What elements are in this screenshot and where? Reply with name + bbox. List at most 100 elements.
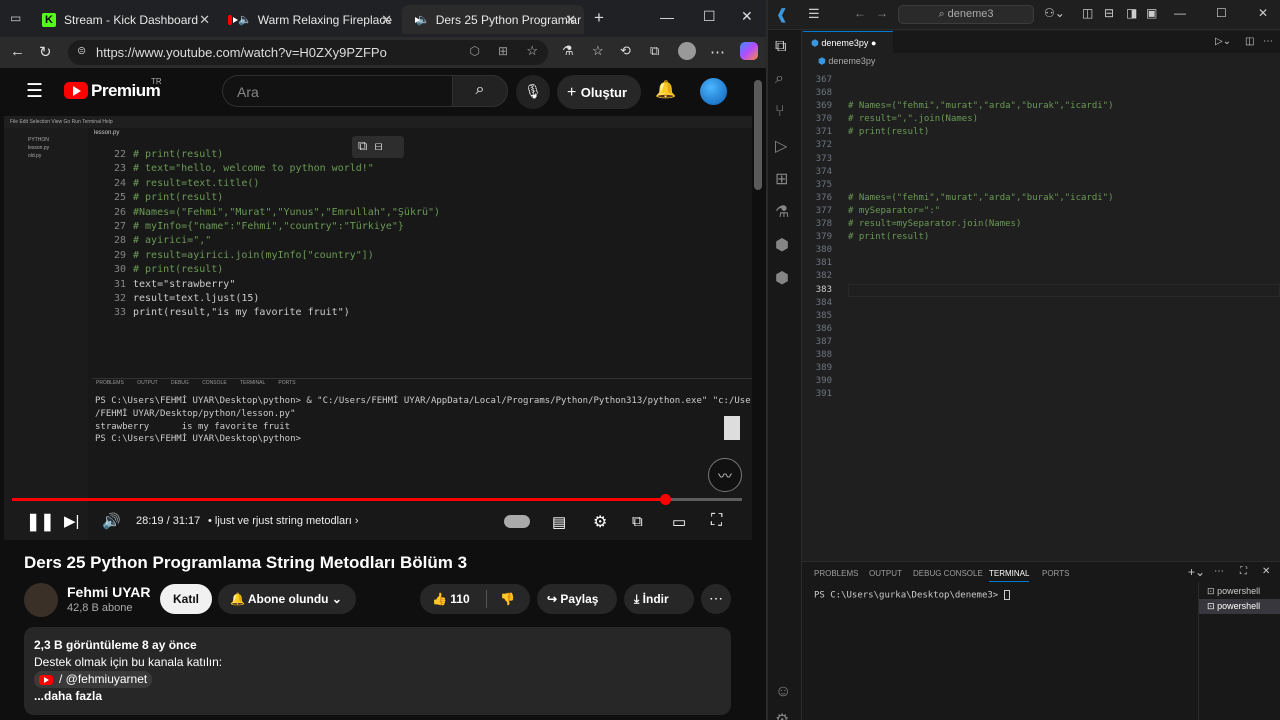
app-icon[interactable]: ⬡ xyxy=(470,44,480,58)
close-icon[interactable]: ✕ xyxy=(565,12,576,28)
settings-gear-icon[interactable]: ⚙ xyxy=(593,512,607,532)
python-icon[interactable]: ⬢ xyxy=(775,235,789,255)
autoplay-toggle[interactable] xyxy=(504,515,530,528)
settings-gear-icon[interactable]: ⚙ xyxy=(775,710,789,720)
notifications-bell-icon[interactable]: 🔔 xyxy=(655,80,676,100)
copilot-icon[interactable]: ⚇⌄ xyxy=(1044,6,1065,20)
tab-actions-icon[interactable]: ▭ xyxy=(10,11,21,25)
progress-bar[interactable] xyxy=(12,494,742,505)
split-editor-icon[interactable]: ◫ xyxy=(1245,36,1254,47)
close-icon[interactable]: ✕ xyxy=(381,12,392,28)
panel-tab-problems[interactable]: PROBLEMS xyxy=(814,569,858,578)
toggle-panel-icon[interactable]: ⊟ xyxy=(1104,6,1114,20)
tab-kick[interactable]: K Stream - Kick Dashboard ✕ xyxy=(34,5,218,34)
chapter-title[interactable]: • ljust ve rjust string metodları › xyxy=(208,515,359,527)
url-field[interactable]: ⊜ https://www.youtube.com/watch?v=H0ZXy9… xyxy=(68,40,548,65)
layout-icon[interactable]: ◫ xyxy=(1082,6,1093,20)
like-button[interactable]: 👍 110 xyxy=(432,592,470,606)
voice-search-button[interactable]: 🎙 xyxy=(516,75,550,109)
subtitles-icon[interactable]: ▤ xyxy=(552,513,566,531)
terminal-list-item-active[interactable]: ⊡ powershell xyxy=(1199,599,1280,614)
theater-mode-icon[interactable]: ▭ xyxy=(672,513,686,531)
new-terminal-icon[interactable]: +⌄ xyxy=(1188,565,1205,579)
search-button[interactable]: ⌕ xyxy=(452,75,508,107)
maximize-button[interactable]: ☐ xyxy=(1216,6,1227,20)
create-button[interactable]: + Oluştur xyxy=(557,75,641,109)
run-icon[interactable]: ▷⌄ xyxy=(1215,36,1231,47)
favorite-star-icon[interactable]: ☆ xyxy=(526,43,538,59)
scrubber-handle[interactable] xyxy=(660,494,672,505)
thumbs-down-icon[interactable]: 👎 xyxy=(500,592,515,606)
share-button[interactable]: ↪ Paylaş xyxy=(537,584,617,614)
scrollbar-thumb[interactable] xyxy=(754,80,762,190)
close-icon[interactable]: ✕ xyxy=(199,12,210,28)
panel-tab-output[interactable]: OUTPUT xyxy=(869,569,902,578)
minimize-button[interactable]: — xyxy=(1174,6,1186,20)
read-aloud-icon[interactable]: ⊞ xyxy=(498,44,508,58)
tab-fireplace[interactable]: 🔈 Warm Relaxing Fireplace ✕ xyxy=(220,5,400,34)
code-editor[interactable]: 367 368 369 # Names=("fehmi","murat","arda"… xyxy=(802,74,1114,401)
search-icon[interactable]: ⌕ xyxy=(775,70,784,88)
more-actions-button[interactable]: ⋯ xyxy=(701,584,731,614)
close-window-button[interactable]: ✕ xyxy=(741,8,753,25)
toggle-sidebar-icon[interactable]: ◨ xyxy=(1126,6,1137,20)
explorer-icon[interactable]: ⧉ xyxy=(775,38,786,56)
screenshot-icon[interactable]: ⧉ xyxy=(650,43,659,59)
panel-tab-ports[interactable]: PORTS xyxy=(1042,569,1069,578)
python-env-icon[interactable]: ⬢ xyxy=(775,268,789,288)
terminal-list-item[interactable]: ⊡ powershell xyxy=(1199,582,1280,599)
site-info-icon[interactable]: ⊜ xyxy=(77,44,86,57)
customize-layout-icon[interactable]: ▣ xyxy=(1146,6,1157,20)
menu-icon[interactable]: ☰ xyxy=(26,80,43,103)
run-debug-icon[interactable]: ▷ xyxy=(775,136,787,156)
terminal-prompt[interactable]: PS C:\Users\gurka\Desktop\deneme3> xyxy=(814,590,1010,601)
new-tab-button[interactable]: + xyxy=(594,8,604,28)
history-icon[interactable]: ⟲ xyxy=(620,43,631,59)
extension-icon[interactable]: ⚗ xyxy=(562,43,574,59)
accounts-icon[interactable]: ☺ xyxy=(775,683,791,701)
forward-icon[interactable]: → xyxy=(876,6,888,20)
source-control-icon[interactable]: ⑂ xyxy=(775,103,785,121)
favorites-icon[interactable]: ☆ xyxy=(592,43,604,59)
download-button[interactable]: ⤓ İndir xyxy=(624,584,694,614)
more-icon[interactable]: ⋯ xyxy=(1263,36,1273,47)
close-window-button[interactable]: ✕ xyxy=(1258,6,1268,20)
copilot-icon[interactable] xyxy=(740,42,758,60)
channel-link[interactable]: / @fehmiuyarnet xyxy=(34,671,153,688)
command-search[interactable]: ⌕ deneme3 xyxy=(898,5,1034,24)
back-icon[interactable]: ← xyxy=(10,43,25,60)
refresh-icon[interactable]: ↻ xyxy=(39,43,52,61)
subscribed-button[interactable]: 🔔 Abone olundu ⌄ xyxy=(218,584,356,614)
channel-name[interactable]: Fehmi UYAR xyxy=(67,584,151,600)
next-button[interactable]: ▶| xyxy=(64,512,79,530)
more-icon[interactable]: ⋯ xyxy=(1214,566,1224,577)
description-box[interactable]: 2,3 B görüntüleme 8 ay önce Destek olmak… xyxy=(24,627,731,715)
close-panel-icon[interactable]: ✕ xyxy=(1262,566,1270,577)
extensions-icon[interactable]: ⊞ xyxy=(775,169,788,189)
search-input[interactable]: Ara xyxy=(222,75,452,107)
panel-tab-terminal[interactable]: TERMINAL xyxy=(989,569,1030,582)
maximize-panel-icon[interactable]: ⛶ xyxy=(1240,566,1247,577)
join-button[interactable]: Katıl xyxy=(160,584,212,614)
menu-icon[interactable]: ☰ xyxy=(808,6,820,22)
breadcrumb[interactable]: ⬢ deneme3py xyxy=(818,56,875,67)
page-scrollbar[interactable] xyxy=(753,70,763,720)
account-avatar[interactable] xyxy=(700,78,727,105)
show-more-link[interactable]: ...daha fazla xyxy=(34,688,721,705)
editor-tab[interactable]: ⬢ deneme3py ● xyxy=(803,31,893,53)
channel-watermark-icon[interactable]: 〰 xyxy=(708,458,742,492)
fullscreen-icon[interactable]: ⛶ xyxy=(711,512,722,530)
youtube-premium-logo[interactable]: Premium xyxy=(91,81,161,101)
panel-tab-debug-console[interactable]: DEBUG CONSOLE xyxy=(913,569,983,578)
back-icon[interactable]: ← xyxy=(854,6,866,20)
minimize-button[interactable]: — xyxy=(660,9,674,25)
video-player[interactable]: File Edit Selection View Go Run Terminal… xyxy=(4,116,752,540)
channel-avatar[interactable] xyxy=(24,583,58,617)
miniplayer-icon[interactable]: ⧉ xyxy=(632,513,643,530)
profile-avatar[interactable] xyxy=(678,42,696,60)
testing-icon[interactable]: ⚗ xyxy=(775,202,789,222)
more-icon[interactable]: ⋯ xyxy=(710,43,725,61)
maximize-button[interactable]: ☐ xyxy=(703,8,716,25)
volume-icon[interactable]: 🔊 xyxy=(102,512,121,530)
tab-python-lesson[interactable]: 🔈 Ders 25 Python Programlar ✕ xyxy=(402,5,584,34)
